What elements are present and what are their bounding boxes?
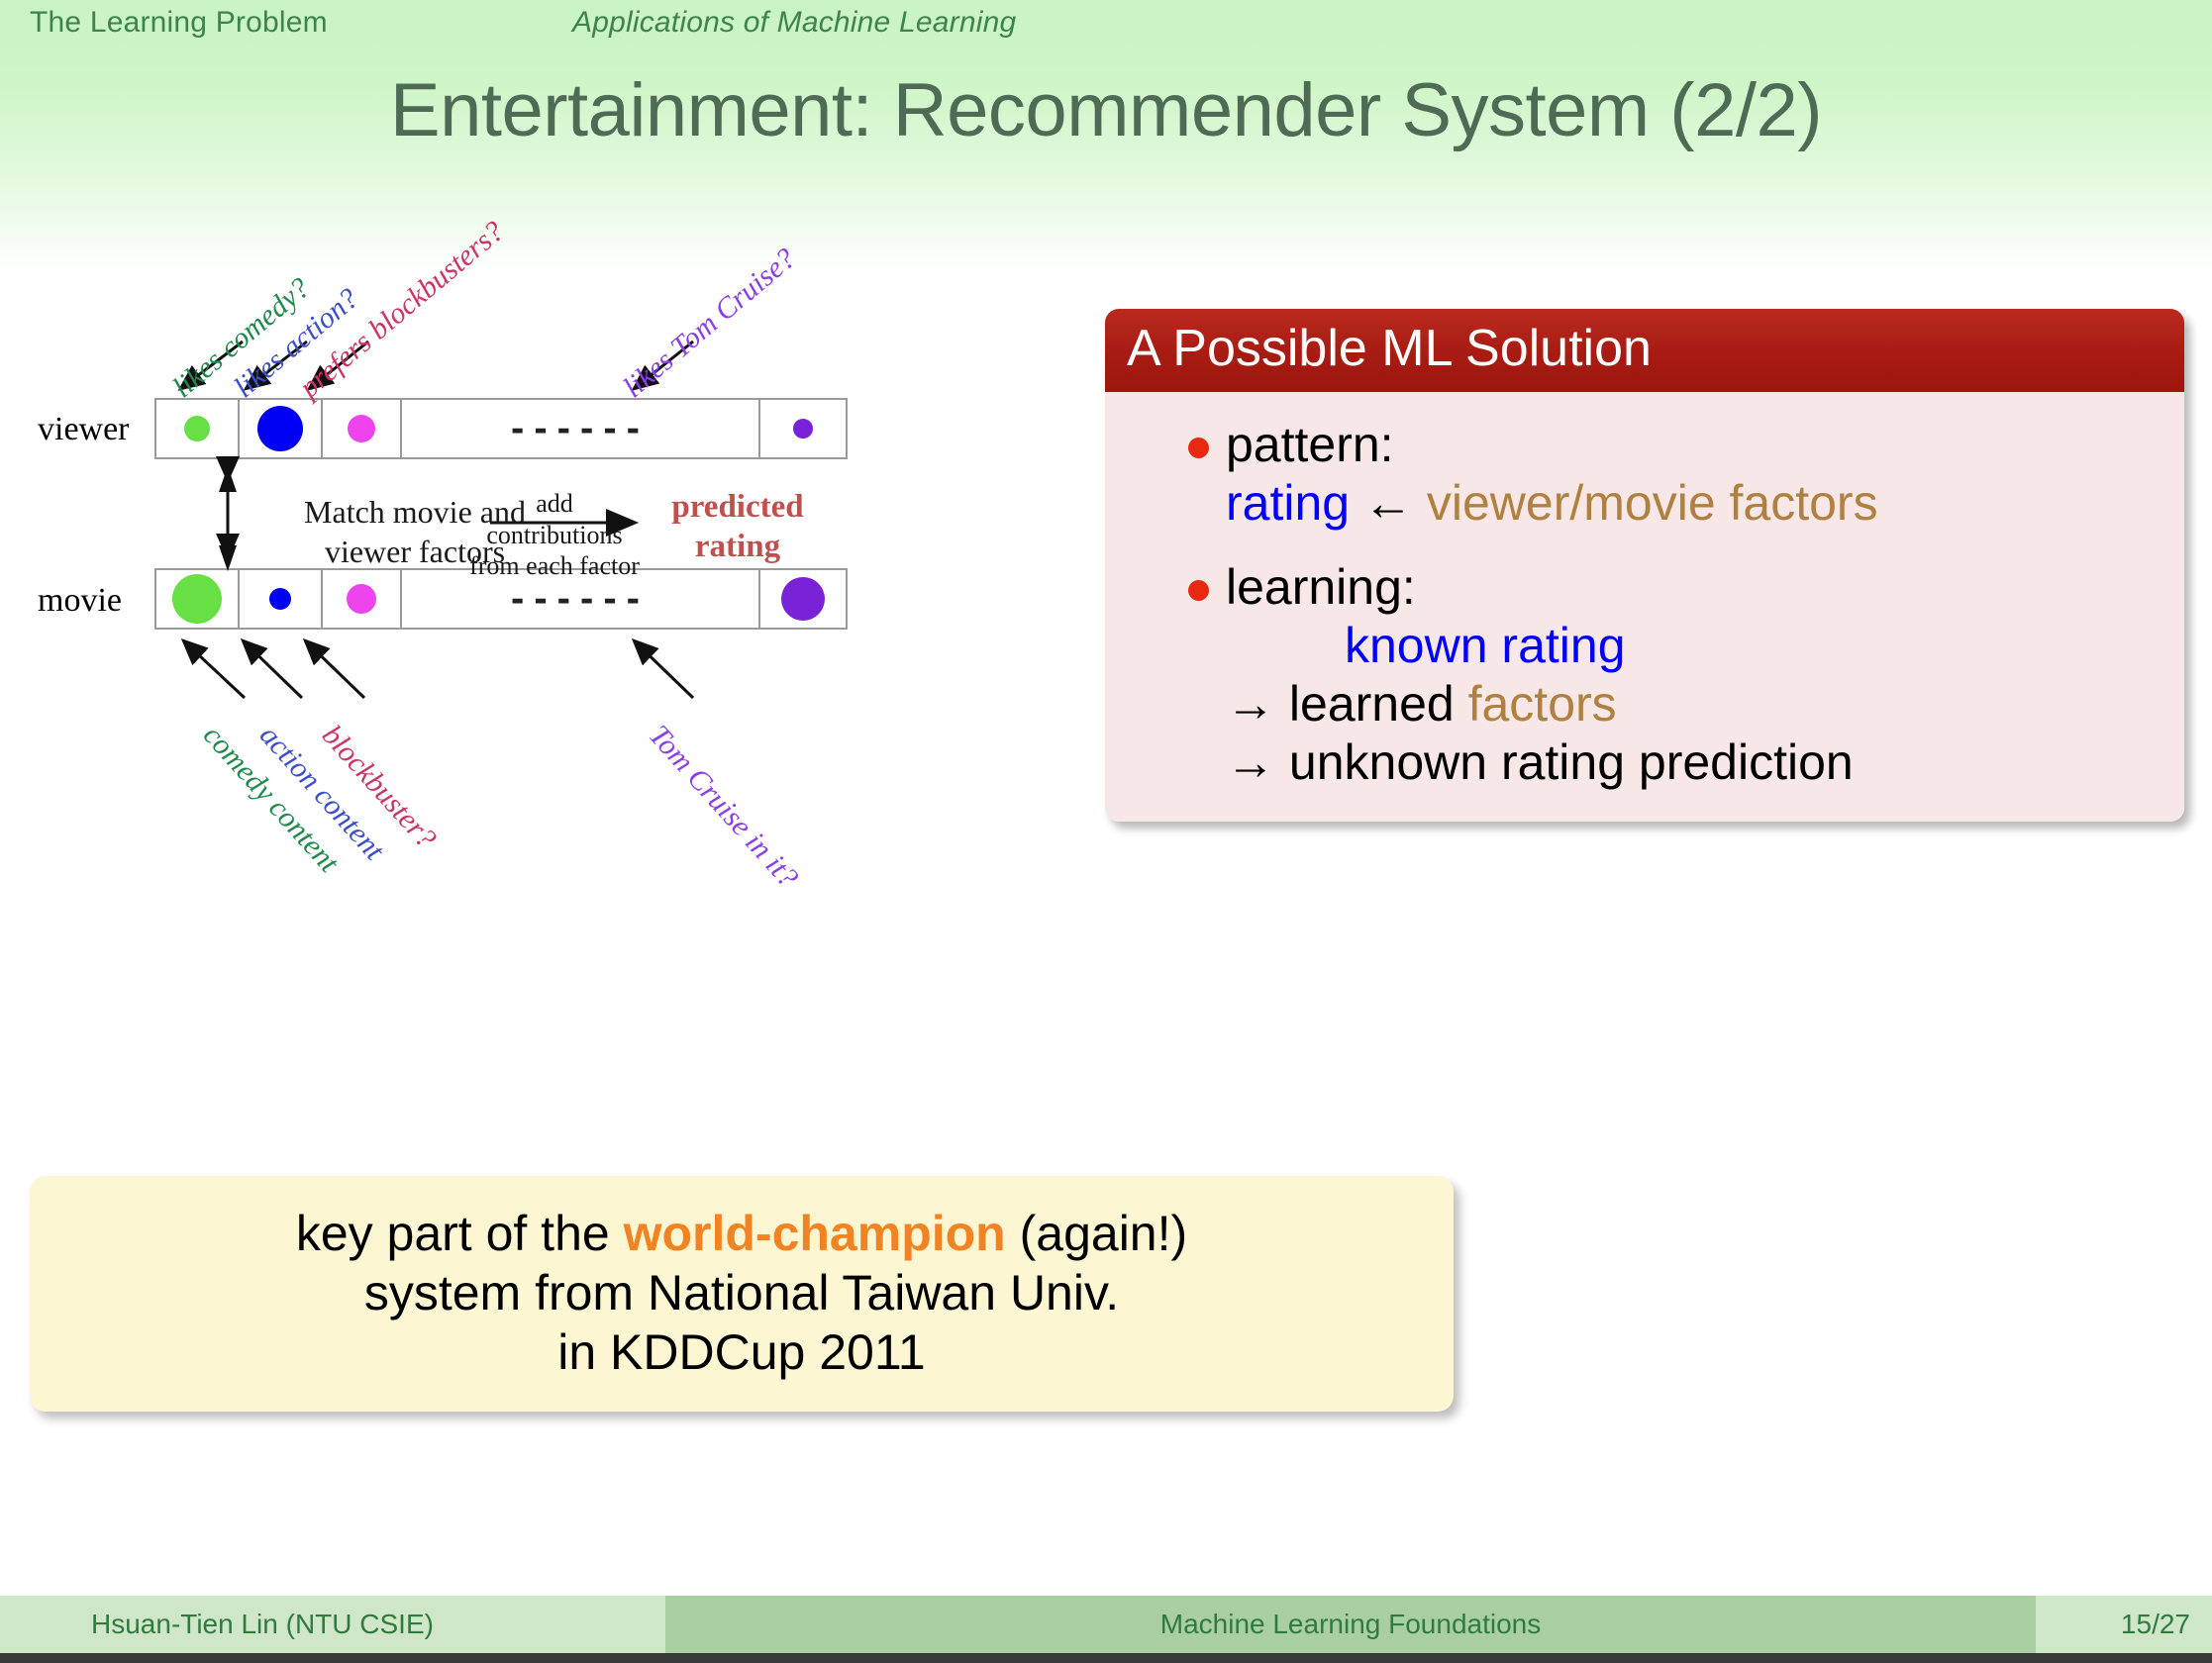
slide-root: The Learning Problem Applications of Mac… (0, 0, 2212, 1663)
ml-learning-line3-arrow: → (1226, 734, 1275, 790)
ml-pattern-rating: rating (1226, 475, 1351, 531)
callout-line-3: in KDDCup 2011 (557, 1324, 926, 1380)
bullet-icon (1188, 580, 1209, 601)
add-contributions-text: add contributions from each factor (465, 488, 644, 582)
ml-solution-heading: A Possible ML Solution (1105, 309, 2184, 392)
add-contributions-line2: from each factor (469, 551, 640, 581)
callout-highlight: world-champion (623, 1206, 1006, 1261)
ml-pattern-arrow: ← (1362, 475, 1413, 531)
key-takeaway-callout: key part of the world-champion (again!) … (30, 1176, 1454, 1412)
ml-learning-line2-b: factors (1467, 676, 1617, 732)
ml-pattern-factors: viewer/movie factors (1426, 475, 1878, 531)
footer-page-number: 15/27 (2036, 1596, 2212, 1653)
bullet-icon (1188, 438, 1209, 458)
ml-learning-line3: → unknown rating prediction (1226, 734, 2159, 792)
nav-subsection[interactable]: Applications of Machine Learning (572, 6, 1016, 40)
slide-footer: Hsuan-Tien Lin (NTU CSIE) Machine Learni… (0, 1596, 2212, 1653)
ml-solution-block: A Possible ML Solution pattern: rating ←… (1105, 309, 2184, 822)
ml-learning-known-rating: known rating (1345, 618, 1626, 673)
add-contributions-line1: add contributions (486, 489, 623, 549)
callout-line1-a: key part of the (295, 1206, 610, 1261)
callout-line-2: system from National Taiwan Univ. (363, 1265, 1120, 1321)
callout-line1-c: (again!) (1019, 1206, 1188, 1261)
predicted-rating-text: predicted rating (649, 488, 827, 566)
callout-line-1: key part of the world-champion (again!) (53, 1204, 1430, 1263)
footer-bottom-rule (0, 1653, 2212, 1663)
ml-learning-line2: → learned factors (1226, 675, 2159, 734)
ml-learning-line3-text: unknown rating prediction (1288, 734, 1854, 790)
page-title: Entertainment: Recommender System (2/2) (389, 68, 1823, 152)
ml-learning-line2-a: learned (1288, 676, 1455, 732)
ml-pattern-label: pattern: (1226, 417, 1394, 472)
footer-author: Hsuan-Tien Lin (NTU CSIE) (0, 1596, 665, 1653)
ml-learning-item: learning: known rating → learned factors… (1131, 558, 2159, 792)
footer-course: Machine Learning Foundations (665, 1596, 2036, 1653)
ml-learning-label: learning: (1226, 559, 1416, 615)
ml-solution-body: pattern: rating ← viewer/movie factors l… (1105, 392, 2184, 822)
recommender-diagram: viewer ------ movie ------ likes comedy?… (0, 215, 1109, 1163)
navigation-breadcrumb: The Learning Problem Applications of Mac… (0, 6, 2212, 48)
ml-pattern-item: pattern: rating ← viewer/movie factors (1131, 416, 2159, 533)
ml-pattern-formula: rating ← viewer/movie factors (1226, 474, 2159, 533)
diagram-arrows (177, 340, 695, 700)
nav-section[interactable]: The Learning Problem (30, 6, 328, 40)
predicted-rating-line2: rating (694, 528, 781, 564)
predicted-rating-line1: predicted (671, 489, 804, 525)
ml-learning-line2-arrow: → (1226, 676, 1275, 732)
